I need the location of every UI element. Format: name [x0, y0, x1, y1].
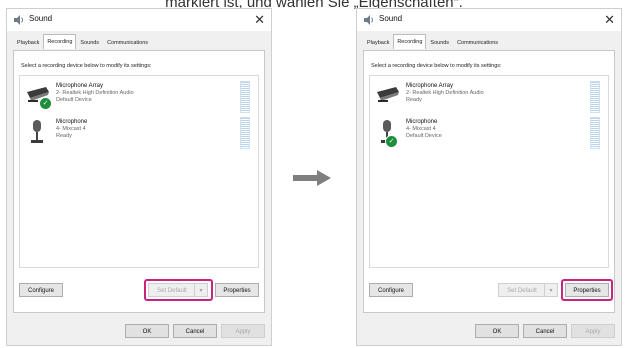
device-description: 2- Realtek High Definition Audio	[406, 90, 484, 96]
speaker-icon	[14, 15, 23, 25]
recording-panel: Select a recording device below to modif…	[363, 50, 615, 313]
level-meter	[240, 117, 250, 149]
tab-sounds[interactable]: Sounds	[426, 36, 453, 50]
right-arrow-icon	[293, 170, 331, 186]
sound-dialog-after: Sound ✕ Playback Recording Sounds Commun…	[356, 8, 622, 346]
device-status: Ready	[56, 133, 72, 139]
device-description: 4- Mixcast 4	[56, 126, 86, 132]
device-name: Microphone	[56, 119, 88, 125]
microphone-icon	[31, 120, 43, 143]
tab-communications[interactable]: Communications	[103, 36, 152, 50]
tab-playback[interactable]: Playback	[363, 36, 393, 50]
device-name: Microphone Array	[406, 83, 454, 89]
apply-button[interactable]: Apply	[221, 324, 265, 338]
sound-dialog-before: Sound ✕ Playback Recording Sounds Commun…	[6, 8, 272, 346]
device-name: Microphone	[406, 119, 438, 125]
device-name: Microphone Array	[56, 83, 104, 89]
tab-communications[interactable]: Communications	[453, 36, 502, 50]
set-default-label: Set Default	[157, 288, 187, 294]
cancel-button[interactable]: Cancel	[523, 324, 567, 338]
microphone-array-icon	[377, 87, 399, 102]
device-item-microphone-array[interactable]: ✓ Microphone Array 2- Realtek High Defin…	[22, 80, 256, 114]
device-list: ✓ Microphone Array 2- Realtek High Defin…	[19, 75, 259, 268]
device-item-microphone-array[interactable]: Microphone Array 2- Realtek High Definit…	[372, 80, 606, 114]
apply-button[interactable]: Apply	[571, 324, 615, 338]
speaker-icon	[364, 15, 373, 25]
device-item-microphone[interactable]: Microphone 4- Mixcast 4 Ready	[22, 116, 256, 150]
device-description: 2- Realtek High Definition Audio	[56, 90, 134, 96]
tab-recording[interactable]: Recording	[393, 34, 427, 49]
close-icon[interactable]: ✕	[254, 11, 265, 29]
ok-button[interactable]: OK	[125, 324, 169, 338]
device-status: Default Device	[56, 97, 92, 103]
chevron-down-icon[interactable]: ▾	[544, 284, 557, 296]
instruction-text: Select a recording device below to modif…	[371, 63, 502, 69]
device-item-microphone[interactable]: ✓ Microphone 4- Mixcast 4 Default Device	[372, 116, 606, 150]
device-status: Default Device	[406, 133, 442, 139]
check-badge-icon: ✓	[39, 97, 52, 110]
recording-panel: Select a recording device below to modif…	[13, 50, 265, 313]
cancel-button[interactable]: Cancel	[173, 324, 217, 338]
set-default-button[interactable]: Set Default ▾	[498, 283, 558, 297]
tab-strip: Playback Recording Sounds Communications	[13, 34, 152, 50]
check-badge-icon: ✓	[385, 135, 398, 148]
set-default-button[interactable]: Set Default ▾	[148, 283, 208, 297]
properties-button[interactable]: Properties	[215, 283, 259, 297]
dialog-title: Sound	[379, 14, 403, 23]
properties-button[interactable]: Properties	[565, 283, 609, 297]
device-status: Ready	[406, 97, 422, 103]
tab-strip: Playback Recording Sounds Communications	[363, 34, 502, 50]
dialog-title: Sound	[29, 14, 53, 23]
chevron-down-icon[interactable]: ▾	[194, 284, 207, 296]
set-default-label: Set Default	[507, 288, 537, 294]
tab-recording[interactable]: Recording	[43, 34, 77, 49]
level-meter	[590, 117, 600, 149]
title-bar: Sound ✕	[357, 9, 621, 31]
device-description: 4- Mixcast 4	[406, 126, 436, 132]
ok-button[interactable]: OK	[475, 324, 519, 338]
configure-button[interactable]: Configure	[369, 283, 413, 297]
device-list: Microphone Array 2- Realtek High Definit…	[369, 75, 609, 268]
title-bar: Sound ✕	[7, 9, 271, 31]
close-icon[interactable]: ✕	[604, 11, 615, 29]
tab-sounds[interactable]: Sounds	[76, 36, 103, 50]
configure-button[interactable]: Configure	[19, 283, 63, 297]
instruction-text: Select a recording device below to modif…	[21, 63, 152, 69]
tab-playback[interactable]: Playback	[13, 36, 43, 50]
level-meter	[590, 81, 600, 113]
level-meter	[240, 81, 250, 113]
